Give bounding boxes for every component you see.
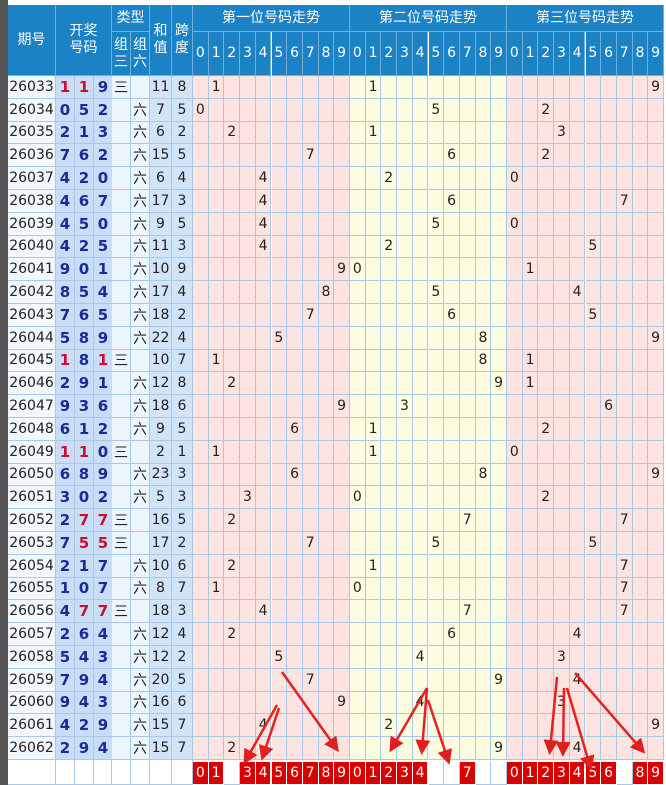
arrow [555, 687, 571, 757]
arrow [574, 672, 646, 754]
arrow [243, 704, 279, 765]
arrow [426, 699, 452, 765]
arrow [543, 676, 559, 755]
annotation-arrows [243, 671, 646, 771]
arrow [565, 687, 595, 771]
arrow [280, 671, 339, 753]
